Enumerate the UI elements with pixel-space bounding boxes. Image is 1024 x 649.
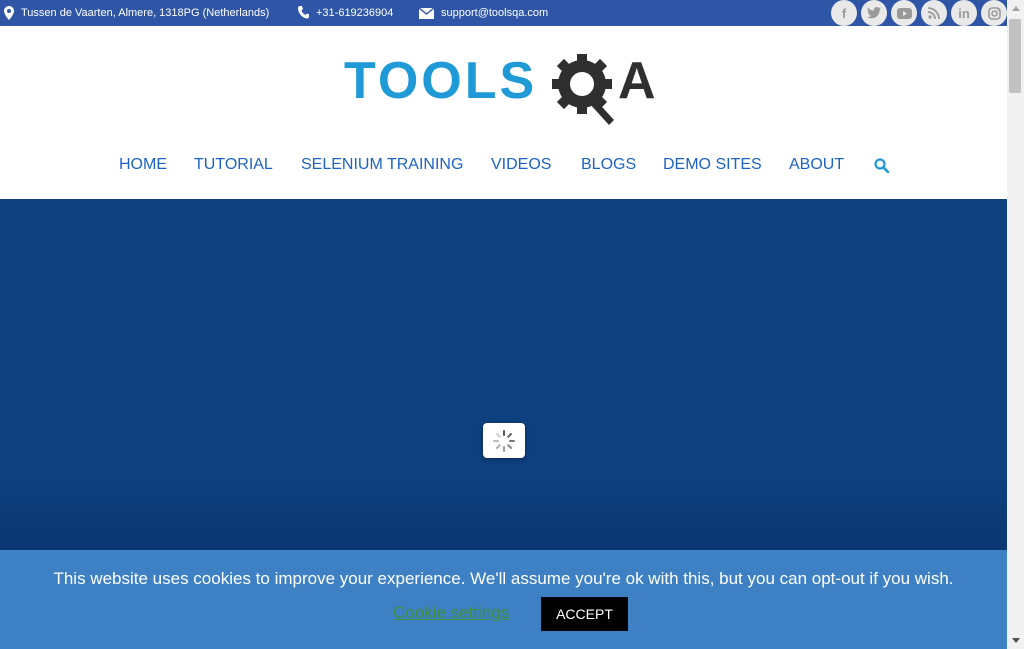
email-text[interactable]: support@toolsqa.com: [441, 7, 548, 19]
nav-home[interactable]: HOME: [119, 156, 167, 174]
nav-blogs[interactable]: BLOGS: [581, 156, 636, 174]
envelope-icon: [419, 7, 434, 19]
gear-magnifier-icon: [552, 54, 614, 125]
location-pin-icon: [4, 6, 14, 20]
main-navigation: HOME TUTORIAL SELENIUM TRAINING VIDEOS B…: [0, 156, 1007, 180]
address-info: Tussen de Vaarten, Almere, 1318PG (Nethe…: [4, 0, 269, 26]
nav-tutorial[interactable]: TUTORIAL: [194, 156, 273, 174]
top-info-bar: Tussen de Vaarten, Almere, 1318PG (Nethe…: [0, 0, 1007, 26]
accept-button[interactable]: ACCEPT: [541, 597, 628, 631]
email-info: support@toolsqa.com: [419, 0, 548, 26]
nav-selenium-training[interactable]: SELENIUM TRAINING: [301, 156, 463, 174]
site-header: TOOLS A HOME TUTORIAL SELENIUM TRAINING …: [0, 26, 1007, 199]
scroll-down-arrow-icon[interactable]: [1007, 632, 1024, 649]
phone-text[interactable]: +31-619236904: [316, 7, 393, 19]
hero-banner: [0, 199, 1007, 550]
nav-videos[interactable]: VIDEOS: [491, 156, 551, 174]
logo-text-tools: TOOLS: [344, 52, 538, 110]
phone-icon: [298, 6, 309, 19]
cookie-consent-bar: This website uses cookies to improve you…: [0, 550, 1007, 649]
facebook-icon[interactable]: f: [831, 0, 857, 26]
address-text: Tussen de Vaarten, Almere, 1318PG (Nethe…: [21, 7, 270, 19]
social-icons: f in: [831, 0, 1007, 26]
vertical-scrollbar[interactable]: [1007, 0, 1024, 649]
cookie-settings-link[interactable]: Cookie settings: [393, 603, 509, 623]
youtube-icon[interactable]: [891, 0, 917, 26]
scrollbar-thumb[interactable]: [1009, 19, 1021, 93]
spinner-icon: [493, 429, 515, 452]
phone-info: +31-619236904: [298, 0, 393, 26]
rss-icon[interactable]: [921, 0, 947, 26]
scroll-up-arrow-icon[interactable]: [1007, 0, 1024, 17]
twitter-icon[interactable]: [861, 0, 887, 26]
instagram-icon[interactable]: [981, 0, 1007, 26]
logo-text-a: A: [618, 52, 656, 110]
nav-demo-sites[interactable]: DEMO SITES: [663, 156, 762, 174]
nav-about[interactable]: ABOUT: [789, 156, 844, 174]
search-icon[interactable]: [874, 158, 889, 173]
cookie-message: This website uses cookies to improve you…: [53, 569, 954, 588]
toolsqa-logo[interactable]: TOOLS A: [344, 52, 669, 126]
linkedin-icon[interactable]: in: [951, 0, 977, 26]
loading-indicator: [483, 423, 525, 458]
